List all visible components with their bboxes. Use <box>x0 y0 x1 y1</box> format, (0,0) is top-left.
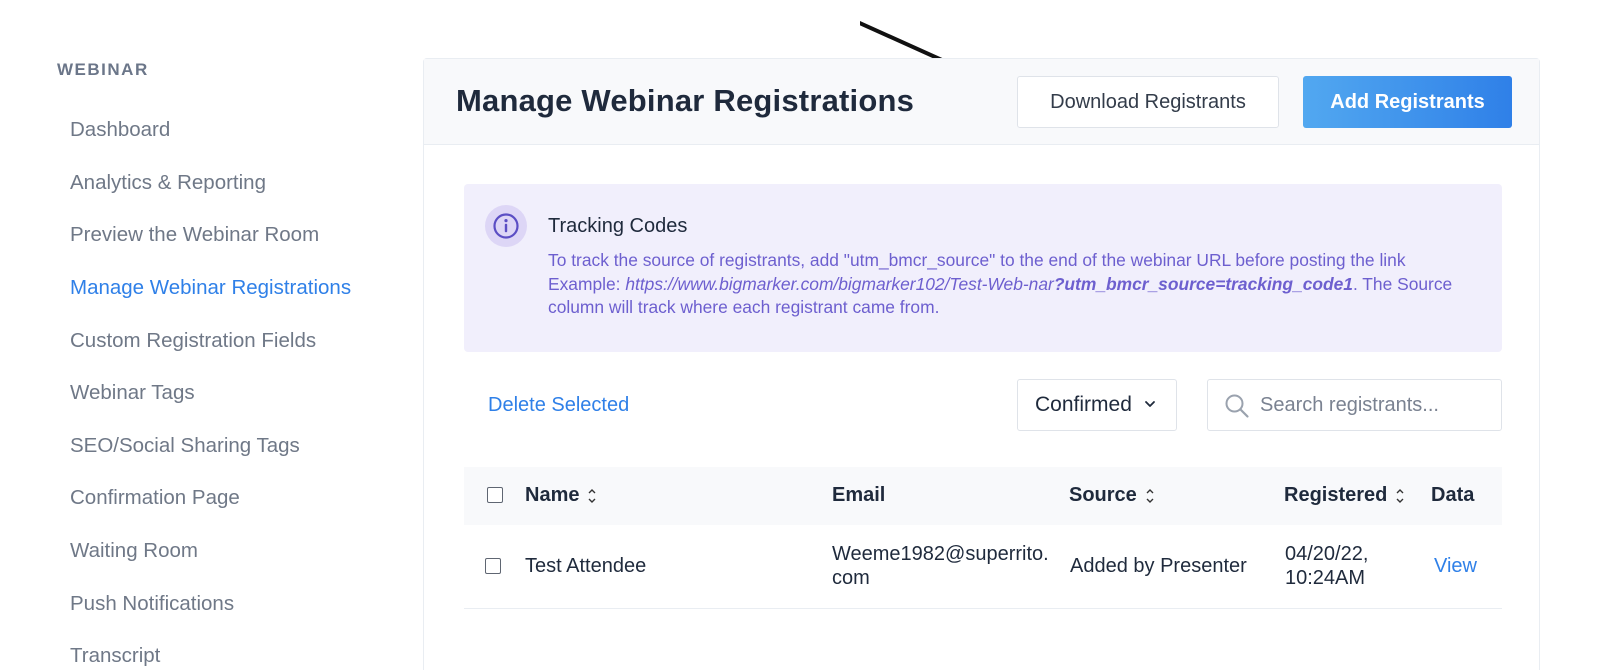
tracking-codes-info-box: Tracking Codes To track the source of re… <box>464 184 1502 352</box>
sidebar-nav-list: Dashboard Analytics & Reporting Preview … <box>70 104 351 670</box>
column-header-source[interactable]: Source <box>1069 484 1155 507</box>
page-title: Manage Webinar Registrations <box>456 83 915 118</box>
status-filter-select[interactable]: Confirmed <box>1017 379 1177 431</box>
cell-name: Test Attendee <box>525 555 647 577</box>
info-title: Tracking Codes <box>548 215 688 237</box>
sidebar-item-manage-registrations[interactable]: Manage Webinar Registrations <box>70 262 351 315</box>
add-registrants-button[interactable]: Add Registrants <box>1303 76 1512 128</box>
sidebar-item-waiting-room[interactable]: Waiting Room <box>70 525 351 578</box>
sort-icon <box>1396 488 1404 503</box>
info-icon <box>485 205 527 247</box>
download-registrants-button[interactable]: Download Registrants <box>1017 76 1279 128</box>
search-icon <box>1225 394 1249 418</box>
view-data-link[interactable]: View <box>1434 555 1477 578</box>
sidebar-item-preview-webinar-room[interactable]: Preview the Webinar Room <box>70 209 351 262</box>
info-example-prefix: Example: <box>548 273 626 294</box>
search-box <box>1207 379 1502 431</box>
panel-header: Manage Webinar Registrations Download Re… <box>424 59 1539 145</box>
delete-selected-link[interactable]: Delete Selected <box>488 394 629 417</box>
info-line-1: To track the source of registrants, add … <box>548 250 1406 270</box>
column-header-registered[interactable]: Registered <box>1284 484 1405 507</box>
info-text: To track the source of registrants, add … <box>548 249 1463 320</box>
main-panel: Manage Webinar Registrations Download Re… <box>423 58 1540 670</box>
sort-icon <box>1146 488 1154 503</box>
column-header-email: Email <box>832 484 886 506</box>
table-row: Test Attendee Weeme1982@superrito. com A… <box>464 525 1502 609</box>
search-input[interactable] <box>1260 381 1490 429</box>
sidebar-heading: WEBINAR <box>57 60 149 79</box>
cell-source: Added by Presenter <box>1070 555 1247 577</box>
sidebar-item-custom-registration-fields[interactable]: Custom Registration Fields <box>70 314 351 367</box>
sidebar: WEBINAR Dashboard Analytics & Reporting … <box>0 0 410 670</box>
cell-email: Weeme1982@superrito. com <box>832 543 1049 589</box>
row-checkbox[interactable] <box>485 558 501 574</box>
table-header: Name Email Source Registered Data <box>464 467 1502 525</box>
column-header-name[interactable]: Name <box>525 484 597 507</box>
sidebar-item-seo-social-tags[interactable]: SEO/Social Sharing Tags <box>70 420 351 473</box>
cell-registered: 04/20/22, 10:24AM <box>1285 543 1369 589</box>
sidebar-item-webinar-tags[interactable]: Webinar Tags <box>70 367 351 420</box>
sidebar-item-push-notifications[interactable]: Push Notifications <box>70 577 351 630</box>
info-example-url: https://www.bigmarker.com/bigmarker102/T… <box>625 273 1054 294</box>
sidebar-item-analytics-reporting[interactable]: Analytics & Reporting <box>70 157 351 210</box>
chevron-down-icon <box>1145 401 1155 407</box>
status-filter-value: Confirmed <box>1035 393 1132 416</box>
select-all-checkbox[interactable] <box>487 487 503 503</box>
column-header-data: Data <box>1431 484 1475 506</box>
sidebar-item-transcript[interactable]: Transcript <box>70 630 351 670</box>
sidebar-item-dashboard[interactable]: Dashboard <box>70 104 351 157</box>
info-example-param: ?utm_bmcr_source=tracking_code1 <box>1053 273 1353 294</box>
sort-icon <box>588 488 596 503</box>
registrants-table: Name Email Source Registered Data Test A… <box>464 467 1502 609</box>
sidebar-item-confirmation-page[interactable]: Confirmation Page <box>70 472 351 525</box>
